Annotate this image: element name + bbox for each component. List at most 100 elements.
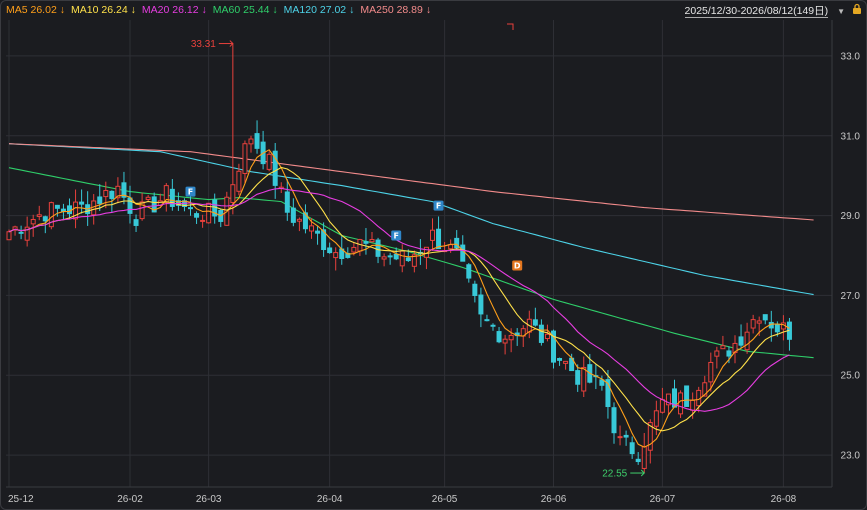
event-marker[interactable]: D [512, 260, 523, 271]
candle-body [659, 399, 665, 413]
candle-body [242, 143, 248, 174]
candle-body [309, 225, 314, 232]
candle-body [79, 201, 85, 205]
candle-body [708, 361, 714, 383]
annotation-label: 22.55 [602, 469, 627, 480]
y-tick-label: 23.0 [841, 451, 861, 462]
candle-body [532, 319, 538, 326]
candle-body [448, 244, 454, 250]
candle-body [381, 256, 387, 260]
candle-body [472, 283, 478, 296]
candle-body [496, 331, 502, 343]
candle-body [248, 138, 254, 145]
candle-body [109, 190, 115, 199]
candle-body [296, 218, 302, 222]
price-annotation: 22.55 [602, 469, 645, 480]
annotation-label: 33.31 [191, 39, 216, 50]
candlestick-chart[interactable]: 33.0 31.0 29.0 27.0 25.0 23.0 25-12 26-02 26-03 2… [0, 0, 867, 510]
candle-body [188, 207, 193, 210]
candle-body [460, 244, 466, 262]
candle-body [200, 219, 206, 222]
candle-body [623, 434, 629, 438]
candle-body [466, 264, 472, 279]
candle-body [750, 319, 756, 329]
candle-body [266, 153, 272, 170]
candle-body [557, 358, 563, 361]
candle-body [720, 345, 726, 350]
candle-body [430, 229, 435, 241]
x-tick-label: 26-08 [771, 494, 797, 505]
candle-body [690, 399, 696, 411]
candle-body [502, 338, 508, 344]
candle-body [405, 257, 411, 262]
event-marker[interactable]: F [391, 230, 402, 241]
candle-body [714, 350, 720, 357]
x-tick-label: 26-03 [196, 494, 222, 505]
candle-body [738, 336, 744, 346]
candle-body [744, 331, 750, 351]
candle-body [284, 191, 290, 213]
candle-body [641, 446, 647, 469]
event-marker-label: D [514, 261, 521, 270]
candle-body [254, 133, 260, 149]
corner-bracket-icon [507, 23, 514, 30]
candle-body [230, 184, 236, 203]
candle-body [490, 324, 496, 327]
candle-body [484, 319, 490, 322]
x-tick-label: 26-04 [317, 494, 343, 505]
candle-body [617, 436, 623, 439]
x-tick-label: 26-06 [541, 494, 567, 505]
candle-body [54, 204, 60, 209]
candle-body [327, 247, 333, 254]
event-marker-label: F [436, 202, 441, 211]
candle-body [333, 252, 339, 259]
candle-body [678, 392, 684, 415]
candle-body [635, 458, 641, 463]
candle-body [436, 228, 442, 250]
y-tick-label: 31.0 [841, 131, 861, 142]
candle-body [145, 196, 151, 200]
candle-body [36, 214, 42, 217]
candle-body [42, 216, 48, 222]
candle-body [18, 231, 24, 234]
ma-line-ma20 [8, 187, 790, 412]
y-tick-label: 33.0 [841, 51, 861, 62]
candle-body [684, 385, 690, 407]
candle-body [6, 231, 12, 241]
y-tick-label: 27.0 [841, 291, 861, 302]
candle-body [611, 407, 617, 434]
candle-body [351, 246, 357, 253]
y-tick-label: 29.0 [841, 211, 861, 222]
candle-body [563, 360, 569, 364]
x-tick-label: 25-12 [8, 494, 34, 505]
candle-body [774, 323, 780, 333]
price-annotation: 33.31 [191, 39, 234, 50]
candle-body [756, 320, 762, 324]
candle-body [538, 324, 544, 343]
candle-body [726, 350, 732, 357]
candle-body [581, 366, 587, 392]
candle-body [290, 207, 296, 223]
candle-body [103, 190, 109, 198]
candle-body [236, 170, 242, 192]
candle-body [127, 197, 133, 214]
event-marker[interactable]: F [185, 186, 196, 197]
candle-body [762, 314, 768, 321]
event-marker-label: F [188, 188, 193, 197]
candle-body [194, 213, 200, 218]
candle-body [97, 196, 103, 204]
candle-body [67, 205, 72, 215]
x-tick-label: 26-02 [117, 494, 143, 505]
candle-body [30, 218, 36, 225]
event-marker-label: F [393, 232, 398, 241]
candle-body [375, 239, 381, 257]
candle-body [133, 219, 139, 226]
x-tick-label: 26-07 [650, 494, 676, 505]
candle-body [369, 239, 375, 243]
candle-body [315, 230, 321, 234]
candle-body [387, 255, 393, 258]
event-marker[interactable]: F [433, 200, 444, 211]
candle-body [478, 294, 484, 315]
candle-body [575, 370, 581, 385]
candle-body [544, 333, 550, 340]
